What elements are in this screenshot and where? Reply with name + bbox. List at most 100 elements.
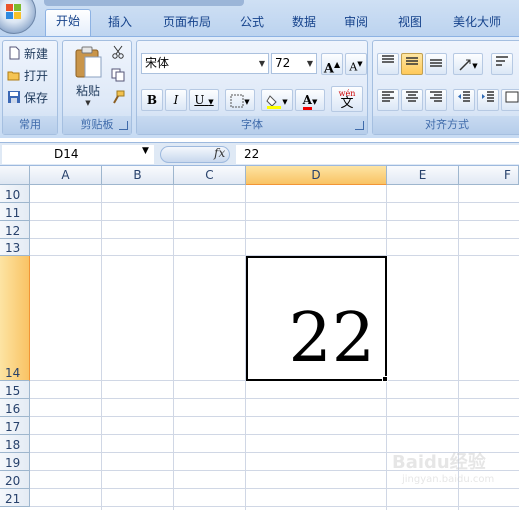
increase-indent-icon [482,91,494,102]
underline-button[interactable]: U ▼ [189,89,219,111]
row-header-15[interactable]: 15 [0,381,30,399]
chevron-down-icon: ▼ [244,98,250,106]
tab-page-layout[interactable]: 页面布局 [155,11,219,35]
column-header-e[interactable]: E [387,166,459,185]
office-logo-icon [6,4,22,20]
save-disk-icon [8,91,20,103]
decrease-indent-icon [458,91,470,102]
shrink-font-button[interactable]: A▼ [345,53,367,75]
tab-data[interactable]: 数据 [284,11,324,35]
formula-input[interactable]: 22 [236,145,519,164]
chevron-down-icon: ▼ [282,98,288,106]
font-launcher-icon[interactable] [355,121,364,130]
tab-formulas[interactable]: 公式 [232,11,272,35]
open-button[interactable]: 打开 [7,65,48,85]
tab-review[interactable]: 审阅 [336,11,376,35]
tab-beautify[interactable]: 美化大师 [444,11,510,35]
merge-center-button[interactable] [501,89,519,111]
cell-grid[interactable]: 22 Baidu经验 jingyan.baidu.com [30,185,519,510]
row-header-14[interactable]: 14 [0,256,30,381]
column-header-b[interactable]: B [102,166,174,185]
row-header-19[interactable]: 19 [0,453,30,471]
select-all-button[interactable] [0,166,30,185]
paste-button[interactable]: 粘贴 ▼ [69,45,107,113]
name-box-dropdown-icon[interactable]: ▼ [142,146,149,156]
cut-scissors-icon[interactable] [111,45,125,59]
column-header-d[interactable]: D [246,166,387,185]
align-right-button[interactable] [425,89,447,111]
row-header-12[interactable]: 12 [0,221,30,239]
format-painter-icon[interactable] [111,90,125,104]
tab-insert[interactable]: 插入 [100,11,140,35]
new-file-icon [9,46,20,60]
orientation-button[interactable]: ▼ [453,53,483,75]
font-size-select[interactable]: 72 ▼ [271,53,317,74]
row-header-21[interactable]: 21 [0,489,30,507]
column-header-c[interactable]: C [174,166,246,185]
row-header-18[interactable]: 18 [0,435,30,453]
fill-color-button[interactable]: ▼ [261,89,293,111]
row-header-16[interactable]: 16 [0,399,30,417]
group-font-label: 字体 [137,116,367,134]
copy-icon[interactable] [111,68,125,82]
align-top-button[interactable] [377,53,399,75]
save-label: 保存 [24,90,49,105]
row-header-20[interactable]: 20 [0,471,30,489]
align-top-icon [382,55,394,63]
merge-cells-icon [505,91,519,103]
underline-label: U [194,93,205,107]
row-gridline [30,506,519,507]
group-align: ▼ 对齐方式 [372,40,519,135]
align-left-button[interactable] [377,89,399,111]
baidu-watermark-logo: Baidu经验 jingyan.baidu.com [392,448,517,494]
column-header-a[interactable]: A [30,166,102,185]
tab-home[interactable]: 开始 [45,9,91,36]
row-gridline [30,398,519,399]
group-align-label: 对齐方式 [373,116,519,134]
save-button[interactable]: 保存 [7,87,48,107]
font-name-select[interactable]: 宋体 ▼ [141,53,269,74]
row-header-13[interactable]: 13 [0,239,30,256]
chevron-down-icon: ▼ [311,98,318,106]
row-gridline [30,220,519,221]
name-box[interactable]: D14 [2,145,154,164]
bold-button[interactable]: B [141,89,163,111]
group-font: 宋体 ▼ 72 ▼ A▲ A▼ B I U ▼ ▼ ▼ A▼ wén 文 字体 [136,40,368,135]
wrap-text-button[interactable] [491,53,513,75]
column-gridline [173,185,174,510]
insert-function-icon[interactable]: fx [214,146,225,160]
paste-clipboard-icon [75,46,102,78]
clipboard-launcher-icon[interactable] [119,121,128,130]
phonetic-guide-icon: 文 [340,96,354,111]
tab-view[interactable]: 视图 [390,11,430,35]
align-right-icon [430,91,442,102]
paste-dropdown-icon: ▼ [85,99,91,107]
chevron-down-icon: ▼ [306,59,313,68]
align-center-button[interactable] [401,89,423,111]
align-bottom-icon [430,59,442,67]
column-header-f[interactable]: F [459,166,519,185]
italic-button[interactable]: I [165,89,187,111]
align-bottom-button[interactable] [425,53,447,75]
decrease-indent-button[interactable] [453,89,475,111]
group-common-label: 常用 [3,116,57,134]
row-header-10[interactable]: 10 [0,185,30,203]
phonetic-button[interactable]: wén 文 [331,86,363,112]
font-color-button[interactable]: A▼ [295,89,325,111]
increase-indent-button[interactable] [477,89,499,111]
group-common: 新建 打开 保存 常用 [2,40,58,135]
new-button[interactable]: 新建 [7,43,48,63]
row-header-11[interactable]: 11 [0,203,30,221]
quick-access-toolbar[interactable] [44,0,244,6]
paste-label: 粘贴 [75,84,100,98]
borders-button[interactable]: ▼ [225,89,255,111]
row-header-17[interactable]: 17 [0,417,30,435]
font-color-icon: A [302,93,312,110]
grow-font-button[interactable]: A▲ [321,53,343,76]
align-middle-button[interactable] [401,53,423,75]
fill-handle[interactable] [382,376,388,382]
active-cell-d14[interactable]: 22 [246,256,387,381]
formula-bar: D14 ▼ fx 22 [0,142,519,166]
font-size-value: 72 [275,56,291,70]
row-gridline [30,434,519,435]
